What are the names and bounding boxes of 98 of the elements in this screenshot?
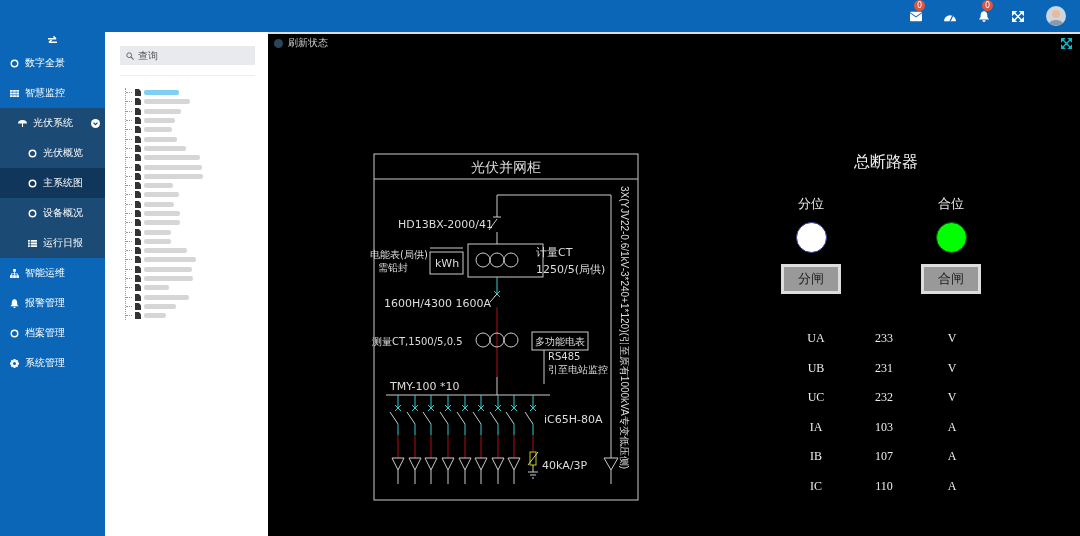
cable-note: 3X(YJV22-0.6/1kV-3*240+1*120)(引至原有1000kVA专变低压侧)	[619, 186, 630, 469]
blurred-text[interactable]	[144, 266, 192, 272]
sidebar-item[interactable]: 光伏系统	[0, 108, 105, 138]
diagram-label: 40kA/3P	[542, 459, 588, 472]
reading-value: 232	[875, 389, 893, 406]
diagram-label: 电能表(局供)	[370, 249, 428, 260]
blurred-text[interactable]	[144, 238, 171, 244]
switch-button[interactable]: 分闸	[781, 264, 841, 294]
diagram-label: 1250/5(局供)	[536, 263, 606, 276]
blurred-text[interactable]	[144, 173, 203, 179]
sidebar-item[interactable]: 报警管理	[0, 288, 105, 318]
sidebar-subitem[interactable]: 设备概况	[0, 198, 105, 228]
avatar-icon[interactable]	[1046, 6, 1066, 26]
reading-value: 103	[875, 418, 893, 436]
diagram-label: RS485	[548, 351, 581, 362]
chevron-icon	[91, 118, 100, 128]
diagram-label: 需铅封	[378, 262, 408, 273]
reading-unit: A	[947, 448, 957, 465]
sidebar-subitem[interactable]: 运行日报	[0, 228, 105, 258]
blurred-text[interactable]	[144, 127, 172, 133]
reading-value: 233	[875, 330, 893, 347]
sidebar-item[interactable]: 数字全景	[0, 48, 105, 78]
sidebar-item[interactable]: 档案管理	[0, 318, 105, 348]
sidebar-item[interactable]: 系统管理	[0, 348, 105, 378]
blurred-text[interactable]	[144, 99, 190, 105]
reading-value: 107	[875, 448, 893, 465]
diagram-label: kWh	[435, 257, 460, 270]
diagram-label: 多功能电表	[535, 336, 585, 347]
blurred-text[interactable]	[144, 276, 193, 282]
circle-icon	[10, 58, 19, 68]
status-label: 刷新状态	[288, 36, 328, 50]
blurred-text[interactable]	[144, 136, 177, 142]
list-icon	[28, 238, 37, 248]
blurred-text[interactable]	[144, 303, 176, 309]
position-label: 分位	[798, 195, 824, 213]
diagram-label: iC65H-80A	[544, 413, 603, 426]
sidebar-item[interactable]: 智能运维	[0, 258, 105, 288]
blurred-text[interactable]	[144, 164, 202, 170]
umbrella-icon	[18, 118, 27, 128]
blurred-text[interactable]	[144, 155, 200, 161]
circle-icon	[28, 208, 37, 218]
reading-name: UA	[807, 330, 825, 347]
blurred-text[interactable]	[144, 145, 186, 151]
reading-unit: A	[947, 477, 957, 495]
diagram-label: HD13BX-2000/41	[398, 218, 493, 231]
reading-unit: V	[947, 330, 957, 347]
blurred-text[interactable]	[144, 90, 179, 96]
sidebar-subitem[interactable]: 光伏概览	[0, 138, 105, 168]
diagram-label: 计量CT	[536, 246, 573, 259]
blurred-text[interactable]	[144, 118, 175, 124]
reading-value: 231	[875, 359, 893, 377]
diagram-label: TMY-100 *10	[390, 380, 460, 393]
switch-button[interactable]: 合闸	[921, 264, 981, 294]
reading-unit: V	[947, 389, 957, 406]
grid-icon	[10, 88, 19, 98]
reading-value: 110	[875, 477, 893, 495]
blurred-text[interactable]	[144, 108, 181, 114]
blurred-text[interactable]	[144, 285, 169, 291]
reading-name: IC	[810, 477, 822, 495]
status-dot	[274, 38, 283, 48]
sidebar-item[interactable]: 智慧监控	[0, 78, 105, 108]
reading-unit: A	[947, 418, 957, 436]
count-badge: 0	[914, 0, 926, 11]
blurred-text[interactable]	[144, 229, 171, 235]
blurred-text[interactable]	[144, 248, 187, 254]
reading-unit: V	[947, 359, 957, 377]
blurred-text[interactable]	[144, 257, 196, 263]
blurred-text[interactable]	[144, 192, 179, 198]
reading-name: UC	[807, 389, 825, 406]
cabinet-title: 光伏并网柜	[471, 159, 541, 175]
position-label: 合位	[938, 195, 964, 213]
bell-icon	[10, 298, 19, 308]
count-badge: 0	[982, 0, 994, 11]
diagram-label: 引至电站监控	[548, 364, 608, 375]
blurred-text[interactable]	[144, 313, 166, 319]
bell-icon[interactable]	[978, 10, 990, 22]
search-icon	[126, 52, 134, 60]
fullscreen-icon[interactable]	[1061, 37, 1072, 49]
diagram-label: 1600H/4300 1600A	[384, 297, 491, 310]
sitemap-icon	[10, 268, 19, 278]
circle-icon	[28, 148, 37, 158]
blurred-text[interactable]	[144, 211, 180, 216]
mail-icon[interactable]	[910, 10, 922, 22]
reading-name: IA	[809, 418, 823, 436]
reading-name: UB	[807, 359, 825, 377]
search-field[interactable]: 查询	[120, 46, 255, 65]
sidebar-subitem[interactable]: 主系统图	[0, 168, 105, 198]
reading-name: IB	[810, 448, 822, 465]
blurred-text[interactable]	[144, 220, 180, 226]
blurred-text[interactable]	[144, 201, 174, 207]
diagram-label: 测量CT,1500/5,0.5	[372, 336, 463, 347]
gear-icon	[10, 358, 19, 368]
breaker-title: 总断路器	[854, 152, 918, 173]
circle-icon	[28, 178, 37, 188]
swap-icon[interactable]	[47, 35, 58, 45]
blurred-text[interactable]	[144, 183, 173, 189]
blurred-text[interactable]	[144, 294, 189, 300]
circle-icon	[10, 328, 19, 338]
